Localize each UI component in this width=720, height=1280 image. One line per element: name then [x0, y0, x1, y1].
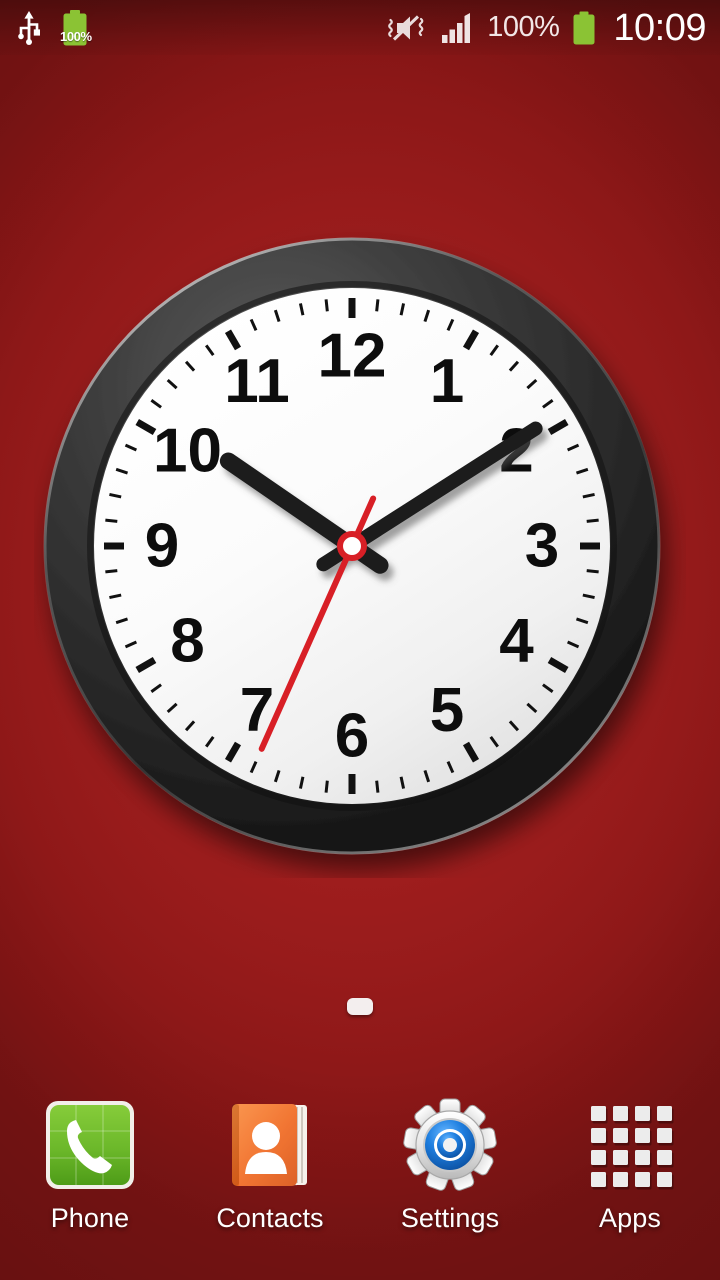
clock-numeral-5: 5 [430, 676, 464, 745]
home-screen-page-indicator[interactable] [0, 998, 720, 1015]
status-bar-right-group: 100% 10:09 [385, 9, 706, 47]
clock-numeral-6: 6 [335, 702, 369, 771]
dock-item-phone[interactable]: Phone [0, 1098, 180, 1234]
clock-numeral-11: 11 [224, 347, 290, 416]
contacts-icon[interactable] [223, 1098, 317, 1192]
signal-bars-icon [441, 12, 475, 43]
apps-grid-icon[interactable] [583, 1098, 677, 1192]
dock-label-apps: Apps [599, 1203, 661, 1233]
status-bar-clock: 10:09 [613, 6, 706, 49]
clock-numeral-12: 12 [318, 322, 387, 391]
dock-item-settings[interactable]: Settings [360, 1098, 540, 1234]
status-bar[interactable]: 100% 100% 10:09 [0, 0, 720, 55]
clock-numeral-4: 4 [499, 607, 534, 676]
dock-label-settings: Settings [400, 1203, 500, 1233]
dock-label-phone: Phone [50, 1203, 130, 1233]
clock-face-graphic: 12 1234567891011 [43, 237, 661, 855]
dock-label-contacts: Contacts [216, 1203, 324, 1233]
usb-icon [16, 10, 42, 45]
clock-numeral-1: 1 [430, 347, 464, 416]
clock-numeral-3: 3 [525, 512, 559, 581]
analog-clock-widget[interactable]: 12 1 2 3 4 5 6 7 8 9 10 11 [34, 226, 686, 878]
battery-charging-icon: 100% [60, 9, 92, 47]
battery-full-icon [571, 11, 597, 45]
clock-numeral-8: 8 [170, 607, 204, 676]
battery-left-percent-label: 100% [60, 28, 92, 44]
mute-vibrate-icon [385, 11, 429, 45]
phone-icon[interactable] [43, 1098, 137, 1192]
clock-center-hub [337, 531, 367, 561]
settings-gear-icon[interactable] [403, 1098, 497, 1192]
home-screen-dock: Phone Contacts Settings Apps [0, 1084, 720, 1280]
clock-numeral-10: 10 [153, 417, 222, 486]
status-bar-left-group: 100% [16, 9, 92, 47]
battery-percent-label: 100% [487, 11, 560, 43]
clock-numeral-9: 9 [145, 512, 179, 581]
dock-item-contacts[interactable]: Contacts [180, 1098, 360, 1234]
dock-item-apps[interactable]: Apps [540, 1098, 720, 1234]
page-indicator-dot-active[interactable] [347, 998, 373, 1015]
